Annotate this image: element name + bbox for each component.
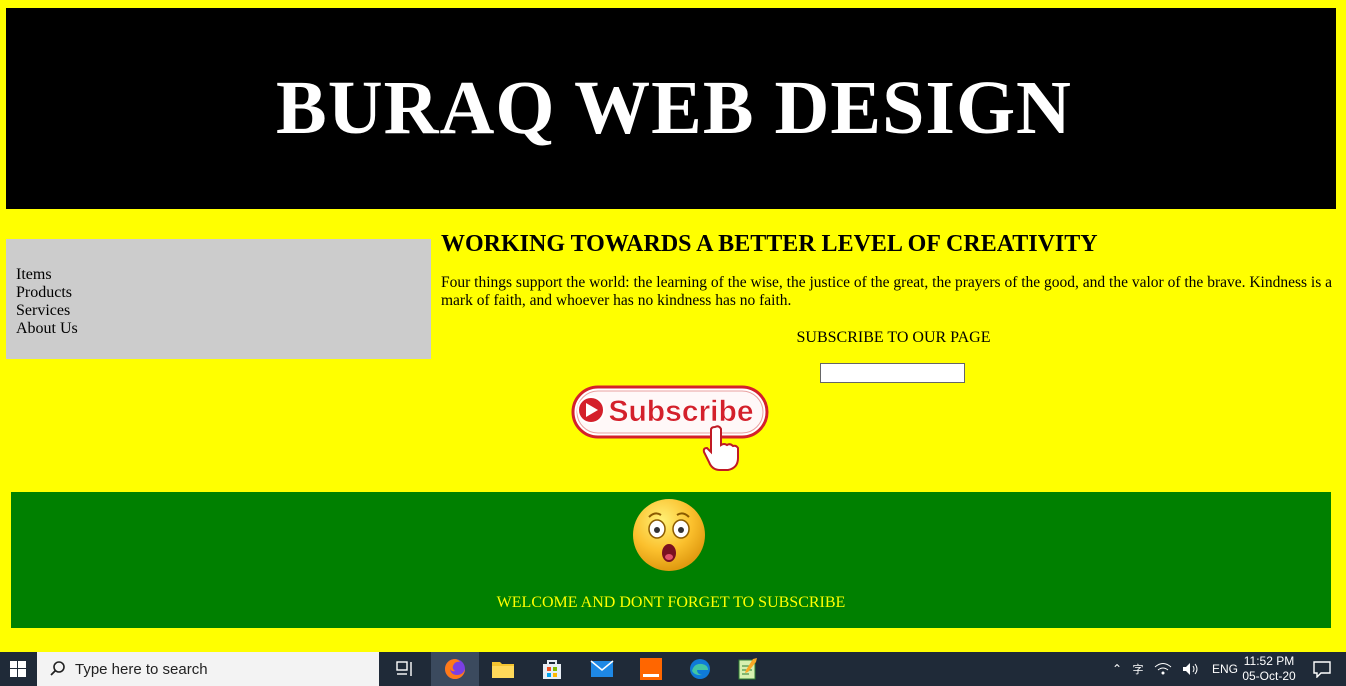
windows-taskbar: Type here to search ⌃ 字 ENG 11:52 PM 05-… — [0, 652, 1346, 686]
show-hidden-icons-icon[interactable]: ⌃ — [1108, 662, 1126, 676]
site-header: BURAQ WEB DESIGN — [6, 8, 1336, 209]
subscribe-button-graphic: Subscribe — [571, 385, 769, 471]
site-footer: WELCOME AND DONT FORGET TO SUBSCRIBE — [11, 492, 1331, 628]
mail-icon[interactable] — [578, 652, 626, 686]
clock-date: 05-Oct-20 — [1242, 669, 1296, 683]
sidebar-item-about-us[interactable]: About Us — [16, 320, 421, 338]
start-button[interactable] — [0, 652, 36, 686]
wifi-icon[interactable] — [1154, 662, 1172, 676]
astonished-face-emoji — [633, 499, 705, 571]
taskbar-clock[interactable]: 11:52 PM 05-Oct-20 — [1236, 654, 1302, 684]
search-placeholder: Type here to search — [75, 660, 208, 678]
microsoft-store-icon[interactable] — [528, 652, 576, 686]
sidebar-item-services[interactable]: Services — [16, 302, 421, 320]
notification-center-icon[interactable] — [1300, 652, 1344, 686]
notepad-icon[interactable] — [724, 652, 772, 686]
system-tray: ⌃ 字 ENG — [1108, 652, 1238, 686]
edge-icon[interactable] — [676, 652, 724, 686]
orange-app-icon[interactable] — [627, 652, 675, 686]
language-indicator[interactable]: ENG — [1212, 662, 1238, 676]
subscribe-button[interactable]: Subscribe — [571, 385, 771, 475]
input-method-icon[interactable]: 字 — [1126, 661, 1150, 677]
search-icon — [50, 661, 65, 676]
subscribe-button-label: Subscribe — [608, 395, 753, 428]
main-heading: WORKING TOWARDS A BETTER LEVEL OF CREATI… — [441, 231, 1098, 257]
file-explorer-icon[interactable] — [479, 652, 527, 686]
subscribe-title: SUBSCRIBE TO OUR PAGE — [796, 329, 991, 346]
firefox-icon[interactable] — [431, 652, 479, 686]
subscribe-input[interactable] — [820, 363, 965, 383]
footer-welcome-text: WELCOME AND DONT FORGET TO SUBSCRIBE — [496, 594, 846, 611]
main-content: WORKING TOWARDS A BETTER LEVEL OF CREATI… — [441, 229, 1338, 310]
site-title: BURAQ WEB DESIGN — [276, 66, 1072, 150]
clock-time: 11:52 PM — [1243, 654, 1295, 668]
volume-icon[interactable] — [1182, 662, 1200, 676]
main-paragraph: Four things support the world: the learn… — [441, 274, 1333, 309]
windows-logo-icon — [10, 661, 26, 677]
taskbar-search-box[interactable]: Type here to search — [37, 652, 379, 686]
sidebar-item-items[interactable]: Items — [16, 266, 421, 284]
sidebar-nav: Items Products Services About Us — [6, 239, 431, 359]
sidebar-item-products[interactable]: Products — [16, 284, 421, 302]
task-view-icon[interactable] — [381, 652, 429, 686]
